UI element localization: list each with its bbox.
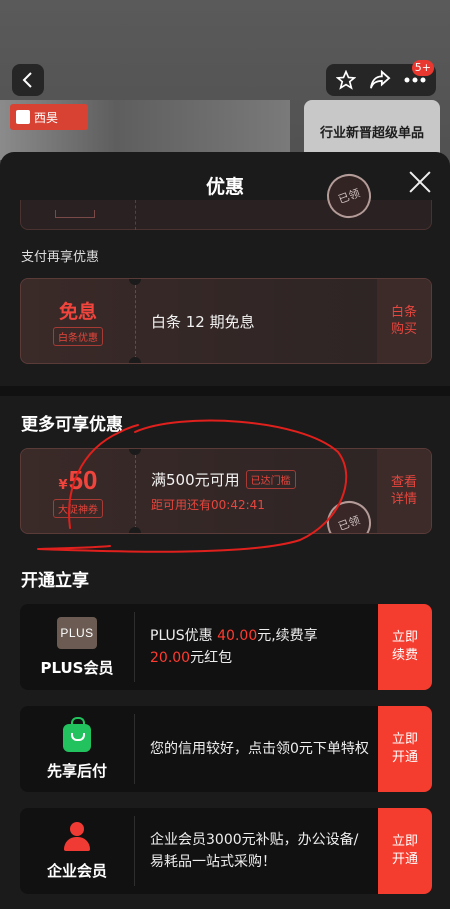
pay-section-label: 支付再享优惠: [21, 250, 100, 265]
activate-now-label: 立即开通: [391, 732, 418, 765]
member-name: 先享后付: [46, 761, 107, 780]
member-left: 企业会员: [20, 808, 134, 894]
more-icon[interactable]: [404, 77, 426, 83]
member-description: 您的信用较好，点击领0元下单特权: [150, 741, 369, 757]
coupon-tag: 大促神券: [53, 498, 103, 518]
plus-member-card[interactable]: PLUS PLUS会员 PLUS优惠 40.00元,续费享 20.00元红包 立即…: [20, 604, 432, 690]
star-icon[interactable]: [336, 70, 357, 90]
coupon-title: 免息: [58, 300, 97, 323]
coupon-description: 白条 12 期免息: [151, 312, 255, 331]
coupon-middle: 满500元可用 已达门槛 距可用还有00:42:41: [151, 449, 296, 533]
baitiao-coupon[interactable]: 免息 白条优惠 白条 12 期免息 白条购买: [20, 278, 432, 364]
member-name: 企业会员: [46, 861, 107, 880]
banner-right-text: 行业新晋超级单品: [319, 126, 424, 141]
share-icon[interactable]: [369, 70, 391, 90]
member-left: 先享后付: [20, 706, 134, 792]
activate-now-label: 立即开通: [391, 834, 418, 867]
coupon-tag: 白条优惠: [53, 326, 103, 346]
coupon-condition-row: 满500元可用 已达门槛: [151, 469, 296, 490]
discount-sheet: 优惠 已领 支付再享优惠 免息 白条优惠 白条 12 期免息 白条购买 更多可享…: [0, 152, 450, 909]
renew-now-label: 立即续费: [391, 630, 418, 663]
member-description: 企业会员3000元补贴，办公设备/易耗品一站式采购！: [150, 832, 359, 870]
membership-section-heading: 开通立享: [21, 571, 89, 591]
activate-now-button[interactable]: 立即开通: [378, 808, 432, 894]
member-description: PLUS优惠 40.00元,续费享 20.00元红包: [150, 628, 318, 666]
product-banner-left: 西昊: [0, 100, 290, 160]
product-banner-right: 行业新晋超级单品: [304, 100, 440, 160]
enterprise-member-card[interactable]: 企业会员 企业会员3000元补贴，办公设备/易耗品一站式采购！ 立即开通: [20, 808, 432, 894]
activate-now-button[interactable]: 立即开通: [378, 706, 432, 792]
view-details-label: 查看详情: [390, 475, 417, 507]
coupon-left: 免息 白条优惠: [21, 279, 135, 363]
scrolled-coupon: 已领: [20, 167, 432, 230]
back-button[interactable]: [12, 64, 44, 96]
sheet-title: 优惠: [205, 176, 244, 198]
top-actions: 5+: [326, 60, 436, 96]
coupon-amount: ¥ 50: [59, 465, 98, 496]
baitiao-buy-button[interactable]: 白条购买: [377, 279, 431, 363]
coupon-condition: 满500元可用: [151, 471, 240, 489]
member-left: PLUS PLUS会员: [20, 604, 134, 690]
brand-logo: 西昊: [10, 104, 88, 130]
coupon-left: ¥ 50 大促神券: [21, 449, 135, 533]
currency-symbol: ¥: [58, 477, 68, 493]
reach-threshold-tag: 已达门槛: [245, 470, 296, 489]
view-details-button[interactable]: 查看详情: [377, 449, 431, 533]
close-icon[interactable]: [408, 170, 432, 194]
received-stamp: 已领: [320, 494, 378, 533]
amount-value: 50: [68, 464, 98, 495]
more-section-heading: 更多可享优惠: [21, 415, 123, 435]
shopping-bag-icon: [63, 716, 91, 752]
renew-now-button[interactable]: 立即续费: [378, 604, 432, 690]
enterprise-person-icon: [62, 821, 92, 852]
big-promo-coupon[interactable]: ¥ 50 大促神券 满500元可用 已达门槛 距可用还有00:42:41 已领 …: [20, 448, 432, 534]
coupon-middle: 白条 12 期免息: [151, 279, 255, 363]
pay-later-card[interactable]: 先享后付 您的信用较好，点击领0元下单特权 立即开通: [20, 706, 432, 792]
notification-badge: 5+: [411, 60, 434, 76]
coupon-countdown: 距可用还有00:42:41: [151, 498, 265, 512]
section-divider: [0, 386, 450, 396]
product-top-bar: 5+: [0, 60, 450, 102]
member-name: PLUS会员: [40, 658, 114, 677]
back-arrow-icon: [22, 72, 32, 88]
plus-member-icon: PLUS: [57, 616, 97, 649]
baitiao-buy-label: 白条购买: [390, 305, 417, 337]
